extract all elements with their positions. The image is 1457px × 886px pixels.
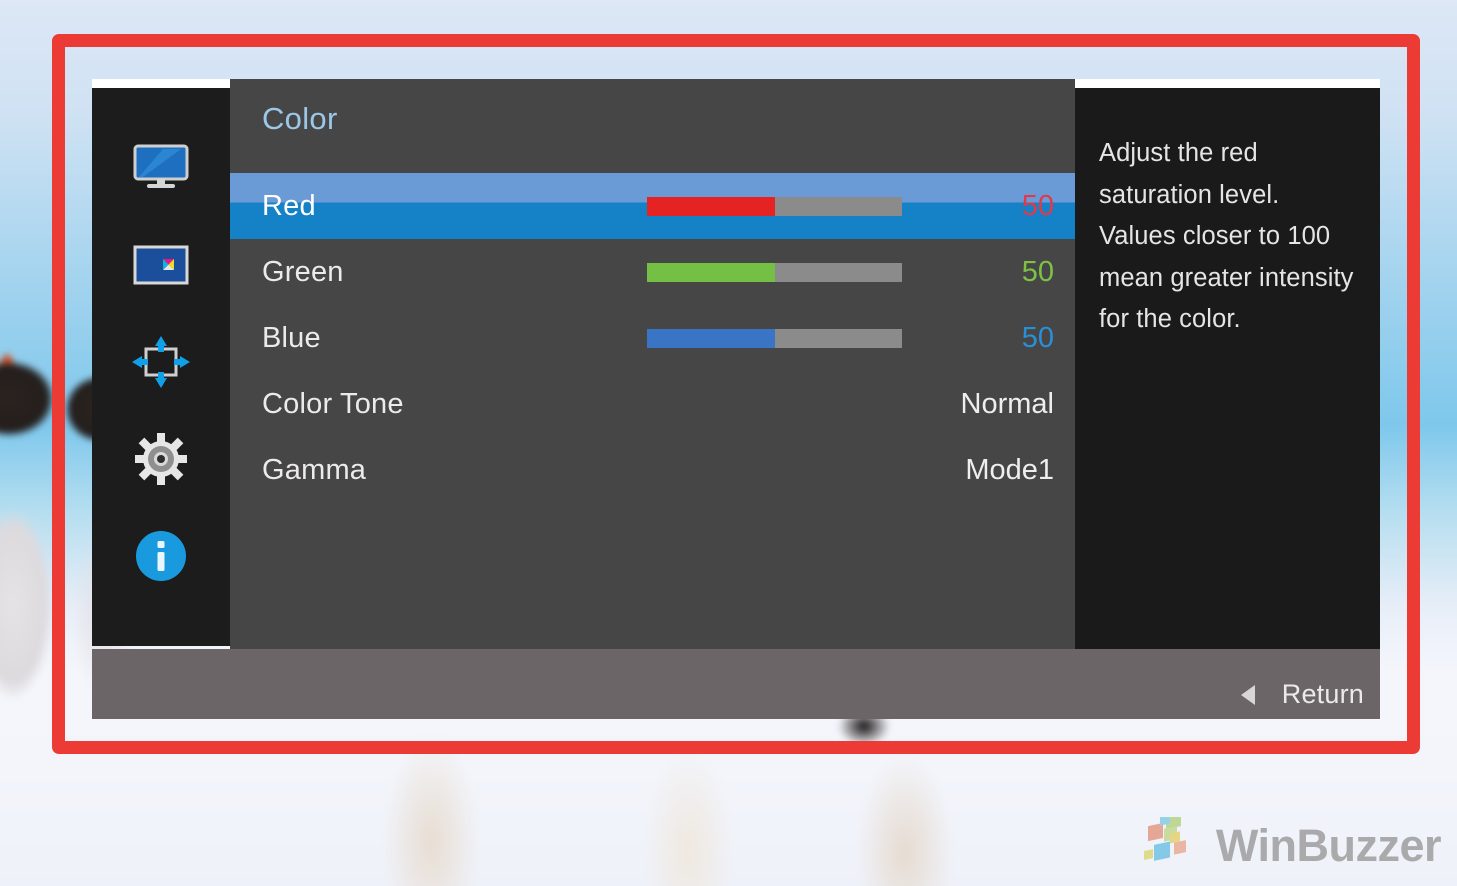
osd-main-panel: Color Red 50 Green 50 Blue 50 Color Tone… xyxy=(230,79,1075,649)
info-icon xyxy=(135,530,187,582)
return-label: Return xyxy=(1281,679,1364,709)
sidebar-item-setup-and-reset[interactable] xyxy=(130,428,192,490)
menu-row-label: Red xyxy=(262,189,316,222)
page-title: Color xyxy=(262,101,338,136)
watermark-text: WinBuzzer xyxy=(1215,819,1442,871)
blue-slider-fill xyxy=(647,328,775,348)
color-picture-icon xyxy=(133,245,189,285)
green-slider-fill xyxy=(647,262,775,282)
position-arrows-icon xyxy=(132,336,190,388)
osd-bottom-bar: Return xyxy=(92,649,1380,719)
green-slider[interactable] xyxy=(647,262,902,282)
sidebar-item-color[interactable] xyxy=(130,234,192,296)
osd-sidebar xyxy=(92,88,230,646)
menu-row-label: Blue xyxy=(262,321,321,354)
osd-help-panel: Adjust the red saturation level. Values … xyxy=(1075,88,1380,649)
gear-icon xyxy=(135,433,187,485)
menu-row-label: Color Tone xyxy=(262,387,404,420)
screenshot-root: Color Red 50 Green 50 Blue 50 Color Tone… xyxy=(0,0,1457,886)
menu-row-red[interactable]: Red 50 xyxy=(230,173,1075,239)
menu-row-value: 50 xyxy=(1021,189,1054,222)
menu-row-label: Gamma xyxy=(262,453,367,486)
sidebar-item-position[interactable] xyxy=(130,331,192,393)
menu-row-value: 50 xyxy=(1021,255,1054,288)
winbuzzer-watermark: WinBuzzer xyxy=(1143,811,1442,874)
sidebar-item-picture[interactable] xyxy=(130,137,192,199)
menu-row-value: Normal xyxy=(960,387,1054,420)
menu-row-gamma[interactable]: Gamma Mode1 xyxy=(230,437,1075,503)
red-slider-fill xyxy=(647,196,775,216)
menu-row-label: Green xyxy=(262,255,344,288)
arrow-left-icon xyxy=(1240,684,1255,705)
return-button[interactable]: Return xyxy=(1240,679,1364,710)
help-text: Adjust the red saturation level. Values … xyxy=(1099,139,1354,334)
menu-row-color-tone[interactable]: Color Tone Normal xyxy=(230,371,1075,437)
sidebar-item-information[interactable] xyxy=(130,525,192,587)
red-slider[interactable] xyxy=(647,196,902,216)
blue-slider[interactable] xyxy=(647,328,902,348)
winbuzzer-cubes-logo-icon xyxy=(1143,811,1206,874)
monitor-osd-menu: Color Red 50 Green 50 Blue 50 Color Tone… xyxy=(92,79,1380,719)
monitor-display-icon xyxy=(133,144,189,192)
menu-row-value: 50 xyxy=(1021,321,1054,354)
menu-row-green[interactable]: Green 50 xyxy=(230,239,1075,305)
menu-row-blue[interactable]: Blue 50 xyxy=(230,305,1075,371)
menu-row-value: Mode1 xyxy=(965,453,1054,486)
osd-menu-list: Red 50 Green 50 Blue 50 Color Tone Norma… xyxy=(230,173,1075,503)
